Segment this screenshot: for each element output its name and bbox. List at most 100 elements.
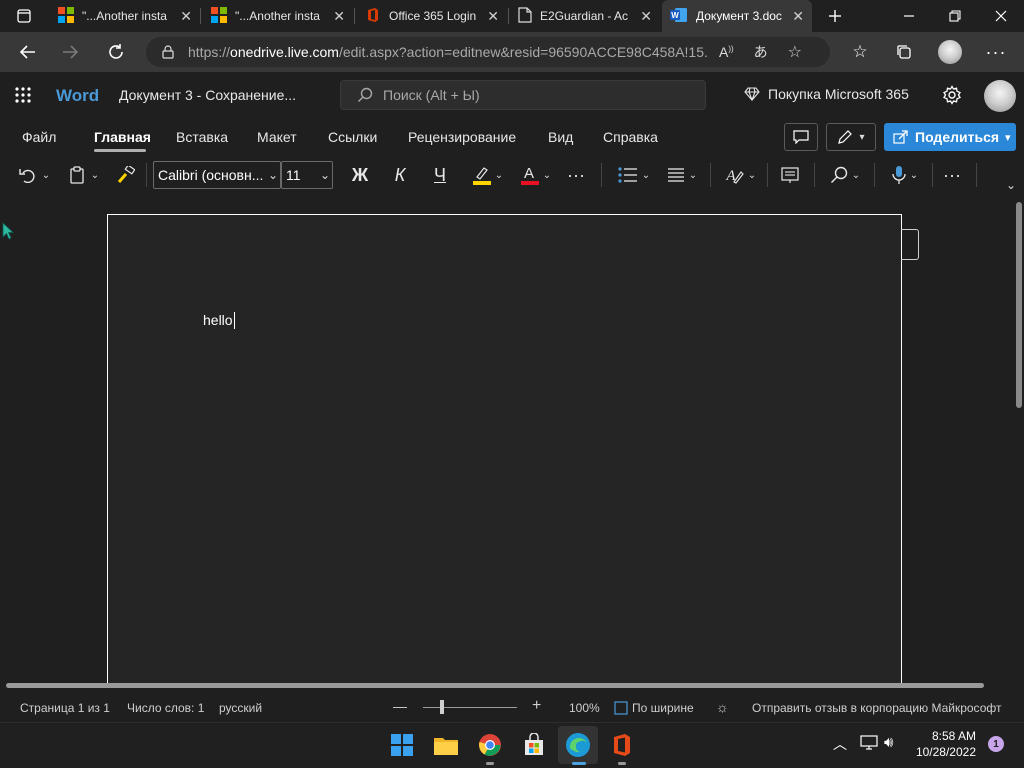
word-count[interactable]: Число слов: 1 — [127, 701, 204, 715]
close-tab-icon[interactable]: ✕ — [333, 8, 345, 25]
tab-actions-icon[interactable] — [4, 0, 44, 32]
close-tab-icon[interactable]: ✕ — [792, 8, 804, 25]
zoom-level[interactable]: 100% — [569, 701, 600, 715]
zoom-in-button[interactable]: + — [532, 697, 541, 715]
page-count: Страница 1 из 1 — [20, 701, 110, 715]
toolbar-divider — [932, 163, 933, 187]
browser-tab-active[interactable]: W Документ 3.doc ✕ — [662, 0, 812, 32]
read-aloud-icon[interactable]: A)) — [719, 44, 734, 60]
italic-button[interactable]: К — [386, 160, 414, 190]
document-page[interactable] — [107, 214, 902, 684]
tab-layout[interactable]: Макет — [257, 127, 297, 147]
fit-width-button[interactable]: По ширине — [614, 701, 694, 715]
styles-button[interactable]: A ⌄ — [720, 160, 760, 190]
back-arrow-icon[interactable] — [12, 36, 44, 68]
browser-tab[interactable]: "...Another insta ✕ — [50, 0, 200, 32]
search-icon — [357, 87, 373, 103]
bold-button[interactable]: Ж — [346, 160, 374, 190]
find-button[interactable]: ⌄ — [824, 160, 866, 190]
add-favorite-icon[interactable]: ☆ — [788, 42, 802, 62]
search-box[interactable]: Поиск (Alt + Ы) — [340, 80, 706, 110]
dictate-button[interactable]: ⌄ — [884, 160, 926, 190]
app-launcher-icon[interactable] — [14, 86, 32, 109]
clock-date[interactable]: 10/28/2022 — [912, 745, 976, 759]
tab-home[interactable]: Главная — [94, 127, 151, 147]
comments-button[interactable] — [784, 123, 818, 151]
browser-tab[interactable]: E2Guardian - Ac ✕ — [510, 0, 660, 32]
translate-icon[interactable]: あ — [754, 42, 768, 62]
share-button[interactable]: Поделиться ▾ — [884, 123, 1016, 151]
settings-gear-icon[interactable] — [942, 85, 962, 110]
alignment-button[interactable]: ⌄ — [662, 160, 702, 190]
windows-start-icon[interactable] — [386, 729, 418, 761]
tab-help[interactable]: Справка — [603, 127, 658, 147]
highlighter-icon — [471, 165, 491, 185]
close-tab-icon[interactable]: ✕ — [640, 8, 652, 25]
comment-tab-marker[interactable] — [901, 229, 919, 260]
clipboard-icon — [69, 166, 85, 184]
browser-tab[interactable]: "...Another insta ✕ — [203, 0, 353, 32]
favorites-icon[interactable]: ☆ — [844, 36, 876, 68]
zoom-slider-track[interactable] — [423, 707, 517, 708]
user-avatar[interactable] — [984, 80, 1016, 112]
close-window-icon[interactable] — [978, 0, 1024, 32]
buy-microsoft-365-button[interactable]: Покупка Microsoft 365 — [744, 86, 909, 102]
paste-button[interactable]: ⌄ — [64, 160, 104, 190]
language[interactable]: русский — [219, 701, 262, 715]
url-bar[interactable]: https://onedrive.live.com/edit.aspx?acti… — [146, 37, 830, 67]
file-explorer-icon[interactable] — [430, 729, 462, 761]
new-tab-icon[interactable] — [812, 0, 858, 32]
feedback-link[interactable]: Отправить отзыв в корпорацию Майкрософт — [752, 701, 1001, 715]
toolbar-divider — [814, 163, 815, 187]
vertical-scrollbar[interactable] — [1016, 202, 1022, 408]
chevron-down-icon: ⌄ — [747, 169, 757, 181]
minimize-icon[interactable] — [886, 0, 932, 32]
microsoft-store-icon[interactable] — [518, 729, 550, 761]
font-color-button[interactable]: A ⌄ — [514, 160, 556, 190]
more-options-icon[interactable]: ··· — [938, 160, 966, 190]
zoom-slider-thumb[interactable] — [440, 700, 444, 714]
more-font-options-icon[interactable]: ··· — [562, 160, 590, 190]
chrome-icon[interactable] — [474, 729, 506, 761]
immersive-reader-icon[interactable] — [776, 160, 804, 190]
refresh-icon[interactable] — [100, 36, 132, 68]
app-name[interactable]: Word — [56, 86, 99, 106]
underline-button[interactable]: Ч — [426, 160, 454, 190]
font-size-dropdown[interactable]: 11 ⌄ — [281, 161, 333, 189]
forward-arrow-icon[interactable] — [54, 36, 86, 68]
highlight-button[interactable]: ⌄ — [466, 160, 508, 190]
tab-view[interactable]: Вид — [548, 127, 573, 147]
notification-badge[interactable]: 1 — [988, 736, 1004, 752]
toolbar-divider — [976, 163, 977, 187]
bullets-button[interactable]: ⌄ — [612, 160, 656, 190]
collections-icon[interactable] — [888, 36, 920, 68]
brightness-icon[interactable]: ☼ — [716, 699, 729, 715]
document-text[interactable]: hello — [203, 312, 233, 328]
tab-insert[interactable]: Вставка — [176, 127, 228, 147]
chevron-up-icon[interactable]: ︿ — [833, 734, 847, 754]
expand-ribbon-icon[interactable]: ⌄ — [1006, 178, 1016, 192]
chevron-down-icon: ▾ — [1005, 131, 1011, 144]
close-tab-icon[interactable]: ✕ — [180, 8, 192, 25]
url-host: onedrive.live.com — [230, 44, 339, 60]
font-name-dropdown[interactable]: Calibri (основн... ⌄ — [153, 161, 281, 189]
tab-references[interactable]: Ссылки — [328, 127, 377, 147]
network-icon[interactable] — [860, 735, 878, 756]
close-tab-icon[interactable]: ✕ — [487, 8, 499, 25]
horizontal-scrollbar[interactable] — [6, 683, 984, 688]
tab-review[interactable]: Рецензирование — [408, 127, 516, 147]
more-menu-icon[interactable]: ··· — [980, 36, 1012, 68]
clock-time[interactable]: 8:58 AM — [916, 729, 976, 743]
document-title[interactable]: Документ 3 - Сохранение... — [119, 87, 296, 103]
edge-icon[interactable] — [562, 729, 594, 761]
office-app-icon[interactable] — [606, 729, 638, 761]
tab-file[interactable]: Файл — [22, 127, 56, 147]
browser-tab[interactable]: Office 365 Login ✕ — [357, 0, 507, 32]
browser-profile-avatar[interactable] — [938, 40, 962, 64]
format-painter-icon[interactable] — [112, 160, 140, 190]
restore-icon[interactable] — [932, 0, 978, 32]
zoom-out-button[interactable]: — — [393, 698, 407, 714]
editing-mode-button[interactable]: ▾ — [826, 123, 876, 151]
undo-button[interactable]: ⌄ — [14, 160, 54, 190]
volume-icon[interactable]: 🔊︎ — [884, 734, 893, 751]
